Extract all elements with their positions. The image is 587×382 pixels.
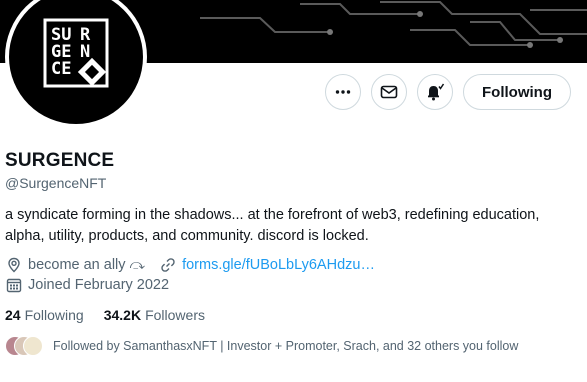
profile-stats: 24 Following 34.2K Followers: [5, 307, 225, 323]
following-stat[interactable]: 24 Following: [5, 307, 84, 323]
location-icon: [5, 256, 23, 274]
following-button[interactable]: Following: [463, 74, 571, 110]
link-icon: [159, 256, 177, 274]
profile-actions: Following: [325, 74, 571, 110]
message-button[interactable]: [371, 74, 408, 110]
followers-avatars: [5, 336, 45, 356]
more-button[interactable]: [325, 74, 362, 110]
surgence-logo: SU GE CE R N: [43, 18, 109, 88]
avatar-image: SU GE CE R N: [9, 0, 143, 124]
svg-text:CE: CE: [51, 59, 71, 79]
followed-by-text: Followed by SamanthasxNFT | Investor + P…: [53, 339, 519, 353]
following-label: Following: [24, 307, 84, 323]
profile-joined-row: Joined February 2022: [5, 276, 169, 294]
profile-meta-row: become an ally ⤼ forms.gle/fUBoLbLy6AHdz…: [5, 256, 375, 274]
svg-text:N: N: [80, 42, 90, 62]
profile-bio: a syndicate forming in the shadows... at…: [5, 207, 540, 244]
calendar-icon: [5, 276, 23, 294]
profile-avatar[interactable]: SU GE CE R N: [5, 0, 147, 128]
profile-location: become an ally ⤼: [28, 257, 146, 273]
notifications-button[interactable]: [417, 74, 454, 110]
followers-stat[interactable]: 34.2K Followers: [104, 307, 205, 323]
profile-name: SURGENCE: [5, 150, 115, 171]
avatar: [23, 336, 43, 356]
followers-label: Followers: [145, 307, 205, 323]
bell-check-icon: [428, 83, 445, 101]
more-horizontal-icon: [335, 90, 351, 94]
profile-joined: Joined February 2022: [28, 277, 170, 293]
following-count: 24: [5, 307, 21, 323]
profile-handle: @SurgenceNFT: [5, 175, 107, 191]
profile-link[interactable]: forms.gle/fUBoLbLy6AHdzu…: [182, 257, 375, 273]
followers-count: 34.2K: [103, 307, 142, 323]
followed-by-row[interactable]: Followed by SamanthasxNFT | Investor + P…: [5, 336, 518, 356]
envelope-icon: [380, 85, 398, 99]
